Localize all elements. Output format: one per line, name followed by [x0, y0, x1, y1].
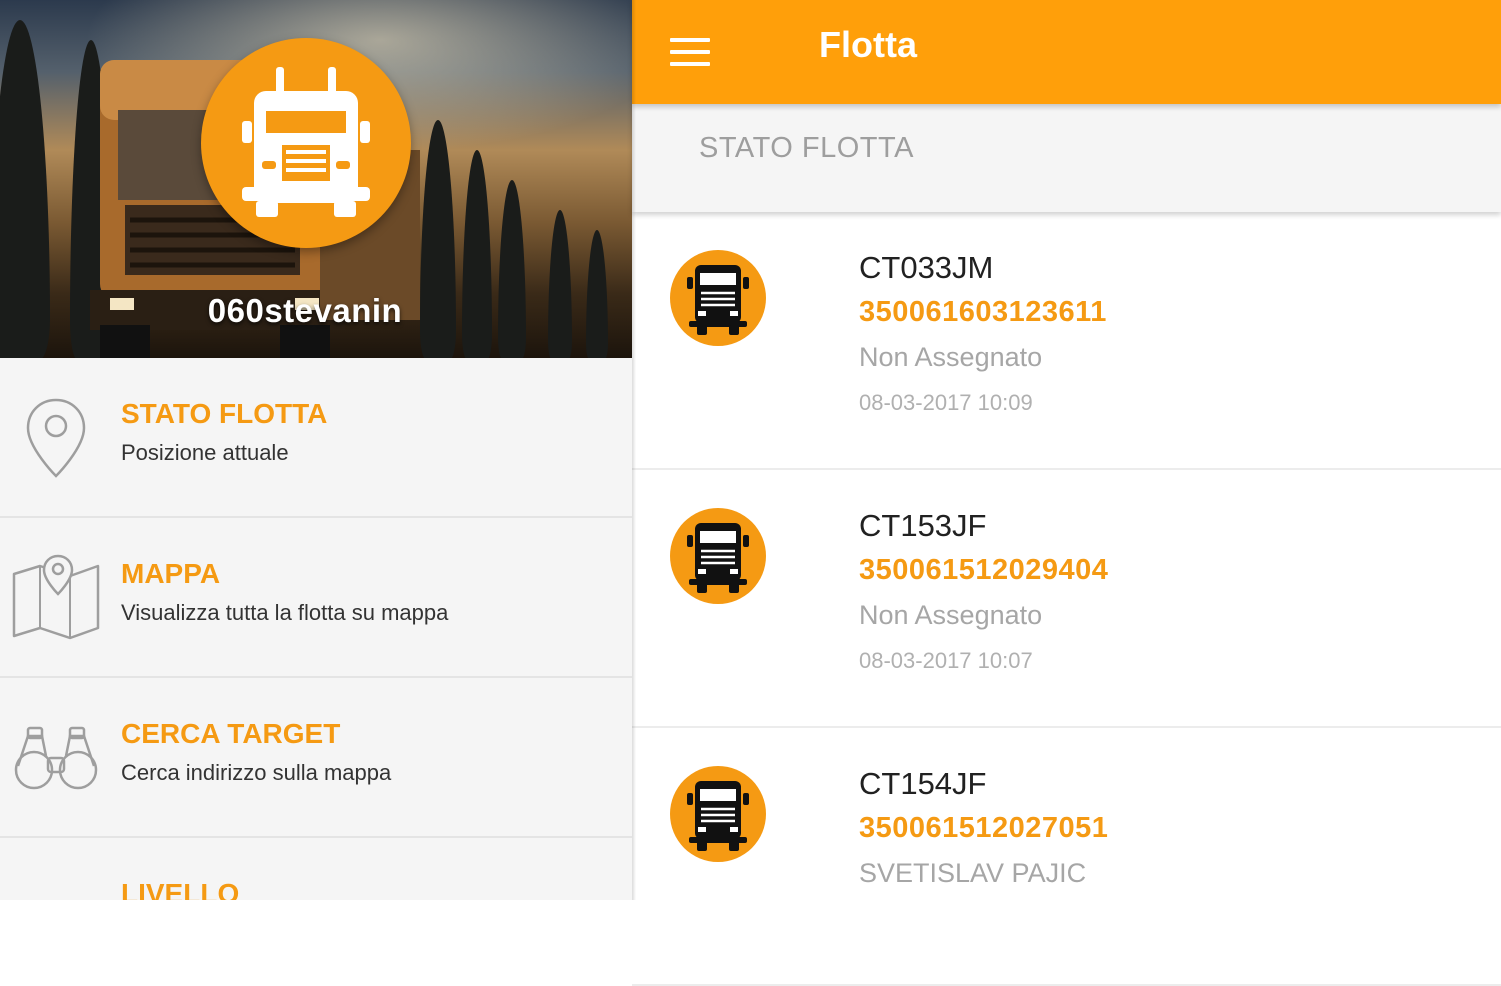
section-title: STATO FLOTTA: [699, 132, 914, 164]
page-title: Flotta: [819, 24, 917, 65]
drawer-header: 060stevanin: [0, 0, 632, 358]
vehicle-timestamp: 08-03-2017 10:07: [859, 648, 1033, 673]
truck-icon: [670, 508, 766, 604]
truck-icon: [242, 67, 370, 217]
vehicle-list-item[interactable]: CT033JM 350061603123611 Non Assegnato 08…: [632, 212, 1501, 470]
drawer-item-title: LIVELLO: [121, 878, 240, 900]
background-tree: [498, 180, 526, 358]
vehicle-timestamp: 08-03-2017 10:09: [859, 390, 1033, 415]
vehicle-list-item[interactable]: CT153JF 350061512029404 Non Assegnato 08…: [632, 470, 1501, 728]
vehicle-driver: Non Assegnato: [859, 600, 1043, 630]
drawer-item-title: STATO FLOTTA: [121, 398, 328, 429]
vehicle-plate: CT153JF: [859, 508, 987, 543]
section-header: STATO FLOTTA: [632, 104, 1501, 212]
drawer-item-subtitle: Visualizza tutta la flotta su mappa: [121, 600, 449, 625]
app-bar: Flotta: [632, 0, 1501, 104]
main-content: Flotta STATO FLOTTA CT033JM 350061603123…: [632, 0, 1501, 986]
drawer-item-cerca-target[interactable]: CERCA TARGET Cerca indirizzo sulla mappa: [0, 678, 632, 838]
hamburger-menu-icon[interactable]: [670, 38, 710, 68]
truck-icon: [670, 766, 766, 862]
drawer-item-subtitle: Posizione attuale: [121, 440, 289, 465]
drawer-item-mappa[interactable]: MAPPA Visualizza tutta la flotta su mapp…: [0, 518, 632, 678]
background-tree: [548, 210, 572, 358]
vehicle-driver: SVETISLAV PAJIC: [859, 858, 1087, 888]
vehicle-plate: CT033JM: [859, 250, 994, 285]
vehicle-plate: CT154JF: [859, 766, 987, 801]
vehicle-list-item[interactable]: CT154JF 350061512027051 SVETISLAV PAJIC: [632, 728, 1501, 986]
drawer-item-stato-flotta[interactable]: STATO FLOTTA Posizione attuale: [0, 358, 632, 518]
vehicle-imei: 350061512029404: [859, 554, 1109, 586]
vehicle-imei: 350061512027051: [859, 812, 1109, 844]
drawer-item-title: CERCA TARGET: [121, 718, 341, 749]
truck-icon: [670, 250, 766, 346]
map-icon: [12, 554, 100, 640]
binoculars-icon: [14, 726, 98, 790]
drawer-item-livello[interactable]: LIVELLO: [0, 838, 632, 900]
drawer-username: 060stevanin: [207, 292, 403, 329]
gauge-icon: [10, 872, 102, 900]
vehicle-imei: 350061603123611: [859, 296, 1107, 328]
vehicle-list[interactable]: CT033JM 350061603123611 Non Assegnato 08…: [632, 212, 1501, 986]
app-logo: [201, 38, 411, 248]
vehicle-driver: Non Assegnato: [859, 342, 1043, 372]
drawer-menu: STATO FLOTTA Posizione attuale MAPPA Vis…: [0, 358, 632, 900]
drawer-item-subtitle: Cerca indirizzo sulla mappa: [121, 760, 392, 785]
drawer-item-title: MAPPA: [121, 558, 221, 589]
location-pin-icon: [26, 398, 86, 478]
navigation-drawer: 060stevanin STATO FLOTTA Posizione attua…: [0, 0, 632, 900]
